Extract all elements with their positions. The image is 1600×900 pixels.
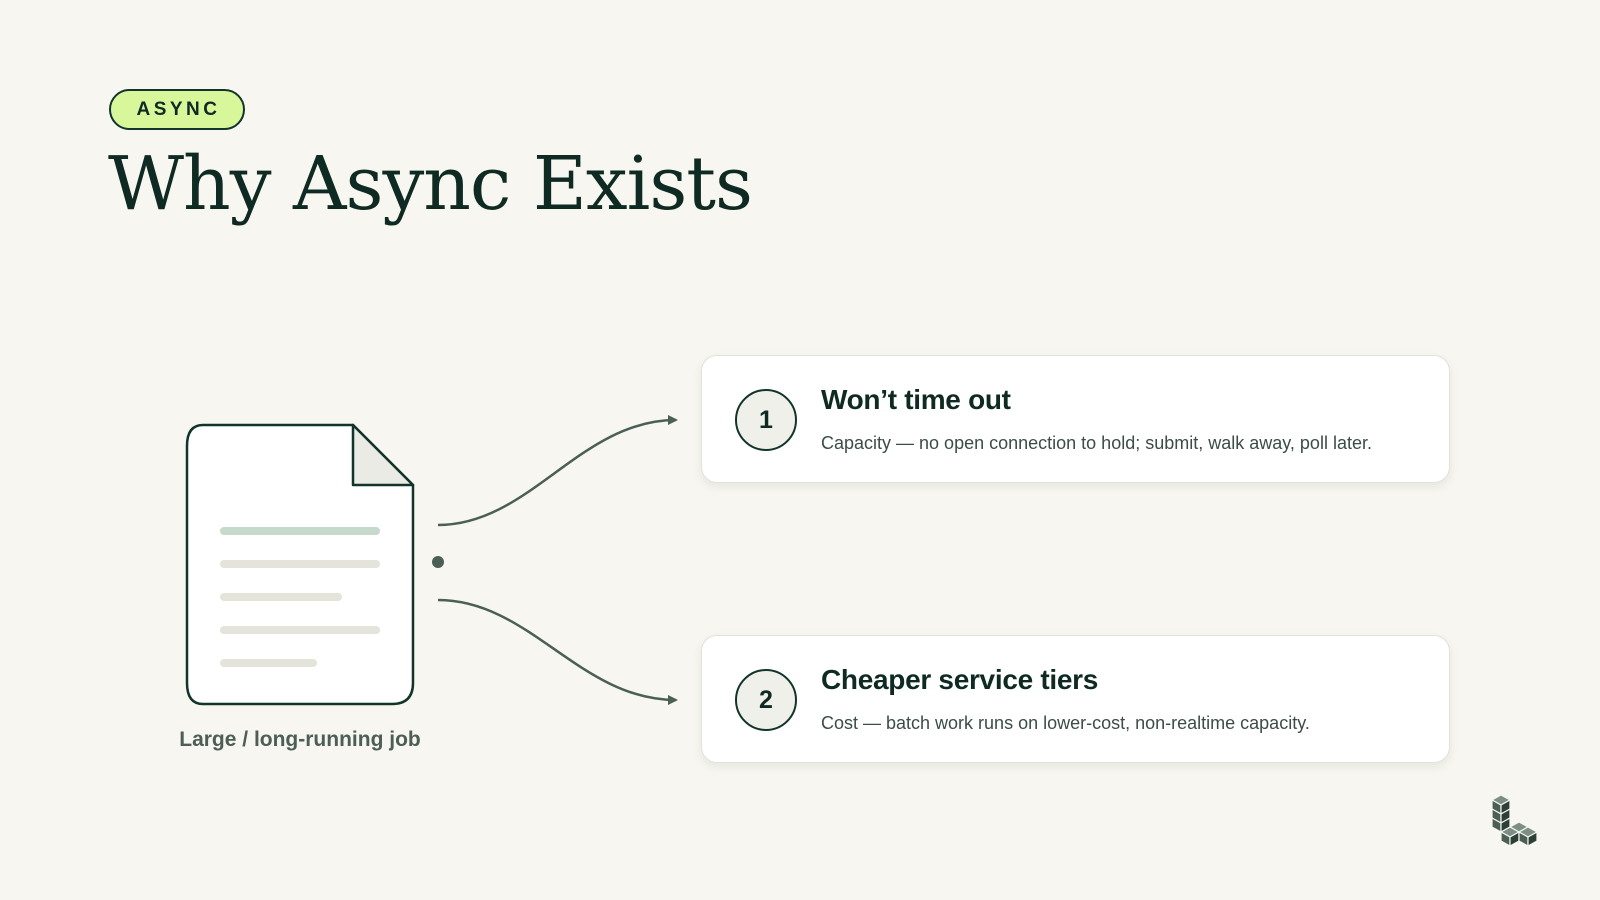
section-badge: ASYNC [109, 89, 245, 130]
brand-logo-icon [1491, 794, 1538, 847]
benefit-card-timeout: 1 Won’t time out Capacity — no open conn… [701, 355, 1450, 483]
card-description: Capacity — no open connection to hold; s… [821, 433, 1372, 453]
number-badge: 1 [735, 389, 797, 451]
benefit-card-cost: 2 Cheaper service tiers Cost — batch wor… [701, 635, 1450, 763]
card-title: Won’t time out [821, 384, 1011, 415]
page-title: Why Async Exists [108, 141, 753, 227]
number-badge: 2 [735, 669, 797, 731]
card-description: Cost — batch work runs on lower-cost, no… [821, 713, 1310, 733]
job-label: Large / long-running job [179, 728, 421, 751]
document-icon [185, 423, 415, 706]
card-title: Cheaper service tiers [821, 664, 1098, 695]
connector-arrow-1 [437, 415, 678, 527]
junction-dot [432, 556, 444, 568]
connector-arrow-2 [437, 598, 678, 705]
